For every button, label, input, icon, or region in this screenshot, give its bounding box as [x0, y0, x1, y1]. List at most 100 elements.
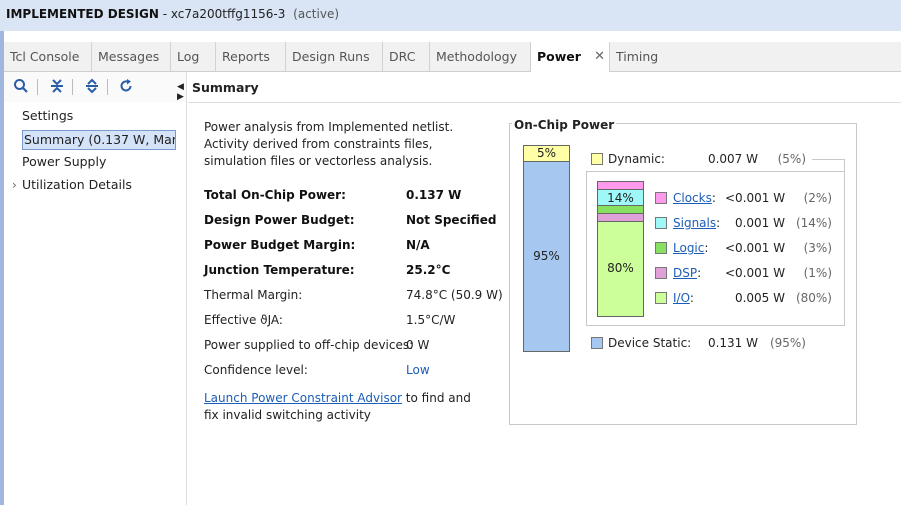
legend-colon: : [711, 191, 716, 205]
row-key: Power Budget Margin: [204, 238, 356, 252]
device-static-swatch [591, 337, 603, 349]
tab-tcl-console[interactable]: Tcl Console [4, 42, 92, 71]
legend-link-text[interactable]: DSP [673, 266, 697, 280]
device-static-value: 0.131 W [707, 336, 758, 350]
legend-link-text[interactable]: Logic [673, 241, 704, 255]
expand-all-icon[interactable] [83, 78, 101, 96]
legend-link-text[interactable]: I/O [673, 291, 690, 305]
content-header: Summary [188, 72, 901, 103]
device-static-percent: (95%) [769, 336, 806, 350]
legend-swatch [655, 192, 667, 204]
tree-item-settings[interactable]: Settings [22, 106, 73, 126]
legend-item-link[interactable]: Clocks: [673, 191, 716, 205]
tab-label: Messages [98, 49, 160, 64]
tab-label: Reports [222, 49, 270, 64]
window-title: IMPLEMENTED DESIGN [6, 7, 159, 21]
on-chip-power-title: On-Chip Power [512, 118, 617, 132]
legend-swatch [655, 242, 667, 254]
tree-toolbar [4, 72, 187, 102]
legend-item-link[interactable]: I/O: [673, 291, 694, 305]
dynamic-swatch [591, 153, 603, 165]
row-value: N/A [406, 238, 430, 252]
row-value: 25.2°C [406, 263, 451, 277]
tab-label: Power [537, 49, 581, 64]
row-key: Thermal Margin: [204, 288, 303, 302]
window-title-bar: IMPLEMENTED DESIGN - xc7a200tffg1156-3 (… [0, 0, 901, 31]
power-constraint-advisor-link[interactable]: Launch Power Constraint Advisor [204, 391, 402, 405]
confidence-level-link[interactable]: Low [406, 363, 430, 377]
window-subtitle: - xc7a200tffg1156-3 [158, 7, 286, 21]
row-value: 1.5°C/W [406, 313, 456, 327]
tab-power[interactable]: Power ✕ [530, 42, 610, 72]
dynamic-connector [812, 159, 844, 160]
collapse-panel-arrows[interactable]: ◀ ▶ [177, 82, 184, 102]
legend-value: 0.001 W [734, 216, 785, 230]
tree-item-power-supply[interactable]: Power Supply [22, 152, 106, 172]
legend-link-text[interactable]: Clocks [673, 191, 712, 205]
device-static-label: Device Static: [608, 336, 692, 350]
bar-segment: 80% [598, 222, 643, 316]
legend-swatch [655, 267, 667, 279]
tree-item-summary[interactable]: Summary (0.137 W, Margin: N/A) [22, 130, 176, 150]
legend-swatch [655, 292, 667, 304]
bar-segment [598, 206, 643, 215]
legend-colon: : [704, 241, 709, 255]
legend-percent: (14%) [795, 216, 832, 230]
search-icon[interactable] [12, 78, 30, 96]
legend-item-link[interactable]: DSP: [673, 266, 701, 280]
tab-label: Design Runs [292, 49, 370, 64]
bar-segment [598, 182, 643, 190]
tab-label: Tcl Console [10, 49, 80, 64]
tab-methodology[interactable]: Methodology [430, 42, 531, 71]
row-value: 0.137 W [406, 188, 462, 202]
legend-item-link[interactable]: Logic: [673, 241, 708, 255]
tab-messages[interactable]: Messages [92, 42, 171, 71]
legend-colon: : [716, 216, 721, 230]
legend-value: <0.001 W [725, 266, 786, 280]
row-key: Power supplied to off-chip devices: [204, 338, 414, 352]
legend-colon: : [697, 266, 702, 280]
row-key: Design Power Budget: [204, 213, 355, 227]
tab-label: Timing [616, 49, 659, 64]
tab-label: Log [177, 49, 200, 64]
row-key: Effective ϑJA: [204, 313, 283, 327]
tab-reports[interactable]: Reports [216, 42, 286, 71]
bar-segment: 95% [524, 161, 569, 351]
row-key: Total On-Chip Power: [204, 188, 346, 202]
legend-percent: (1%) [803, 266, 832, 280]
bar-segment [598, 214, 643, 223]
legend-item-link[interactable]: Signals: [673, 216, 720, 230]
tab-design-runs[interactable]: Design Runs [286, 42, 383, 71]
legend-percent: (80%) [795, 291, 832, 305]
tab-timing[interactable]: Timing [610, 42, 680, 71]
legend-percent: (2%) [803, 191, 832, 205]
close-icon[interactable]: ✕ [594, 42, 605, 71]
advisor-text: Launch Power Constraint Advisor to find … [204, 390, 484, 424]
page-title: Summary [192, 80, 259, 95]
tree-item-utilization-details[interactable]: Utilization Details [22, 175, 132, 195]
toolbar-separator [37, 79, 38, 95]
row-value: 74.8°C (50.9 W) [406, 288, 503, 302]
tab-label: Methodology [436, 49, 517, 64]
row-key: Confidence level: [204, 363, 308, 377]
toolbar-separator [107, 79, 108, 95]
tab-log[interactable]: Log [171, 42, 216, 71]
legend-value: <0.001 W [725, 241, 786, 255]
dynamic-value: 0.007 W [707, 152, 758, 166]
refresh-icon[interactable] [117, 78, 135, 96]
legend-link-text[interactable]: Signals [673, 216, 716, 230]
tab-drc[interactable]: DRC [383, 42, 430, 71]
collapse-all-icon[interactable] [48, 78, 66, 96]
legend-swatch [655, 217, 667, 229]
dynamic-label: Dynamic: [608, 152, 665, 166]
tab-bar: Tcl Console Messages Log Reports Design … [4, 42, 901, 72]
bar-segment: 5% [524, 146, 569, 162]
dynamic-connector [844, 159, 845, 171]
bar-segment: 14% [598, 189, 643, 207]
window-state: (active) [293, 7, 340, 21]
chevron-right-icon[interactable]: › [12, 178, 17, 192]
toolbar-separator [72, 79, 73, 95]
summary-description: Power analysis from Implemented netlist.… [204, 120, 454, 168]
total-power-bar: 5% 95% [523, 145, 570, 352]
tab-label: DRC [389, 49, 416, 64]
